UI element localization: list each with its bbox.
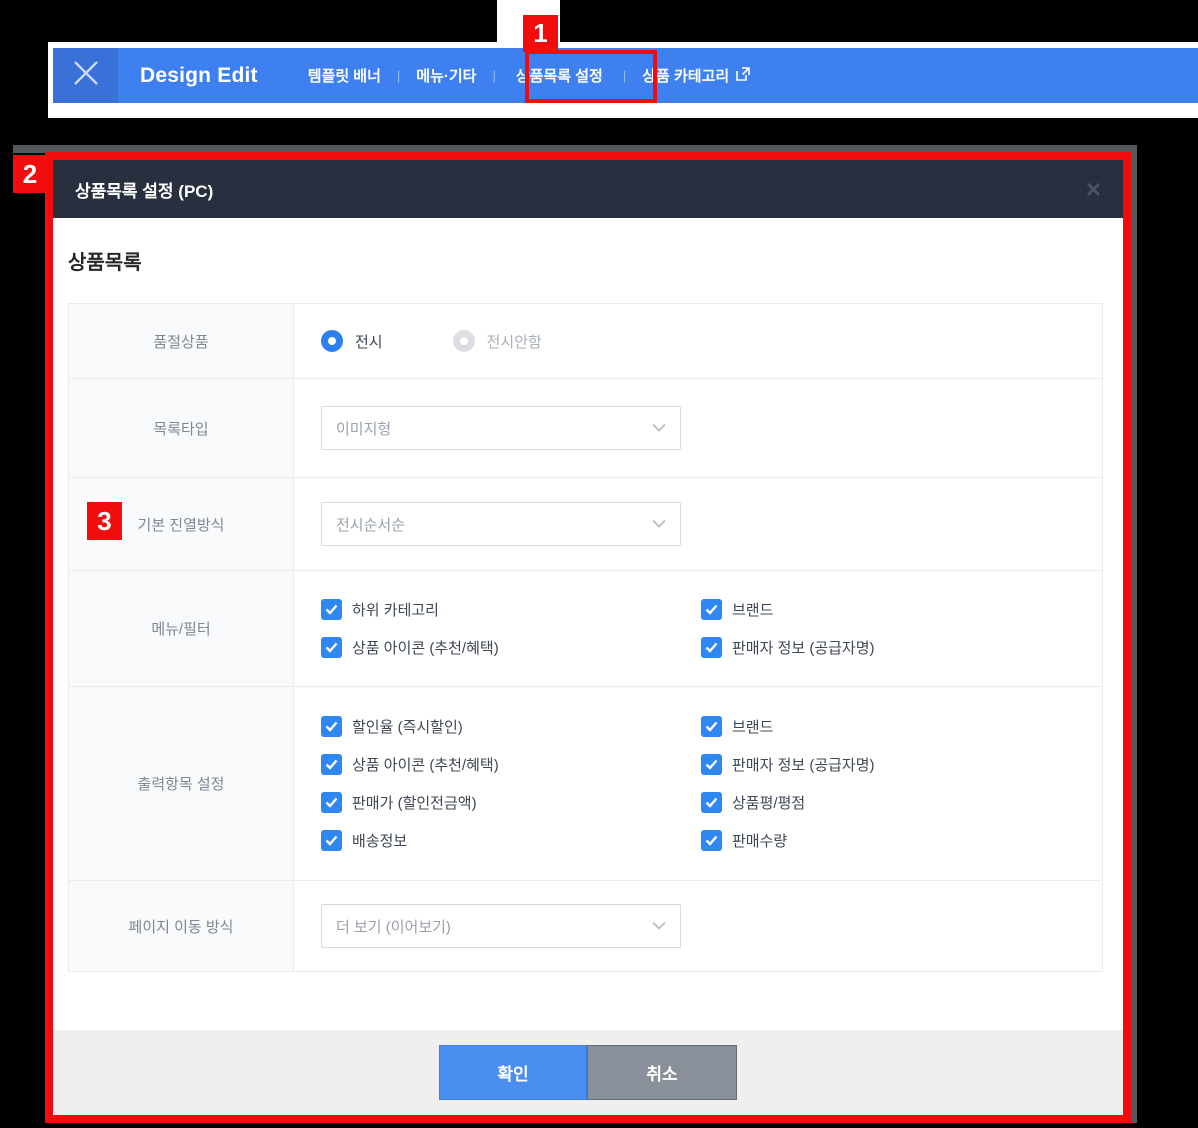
output-items-checkbox-grid: 할인율 (즉시할인) 브랜드 상품 아이콘 (추천/혜택) 판매자 정보 (공급… bbox=[321, 716, 875, 851]
nav-separator: | bbox=[396, 68, 401, 83]
modal-footer: 확인 취소 bbox=[53, 1030, 1123, 1115]
settings-table: 품절상품 전시 전시안함 목록타입 이미지형 기본 진열방식 전시순서순 메뉴/… bbox=[68, 303, 1103, 972]
checkbox-sale-price[interactable]: 판매가 (할인전금액) bbox=[321, 792, 701, 813]
modal-header: 상품목록 설정 (PC) × bbox=[53, 160, 1123, 218]
topbar-close-button[interactable] bbox=[53, 48, 118, 103]
app-title: Design Edit bbox=[140, 63, 258, 87]
menu-filter-checkbox-grid: 하위 카테고리 브랜드 상품 아이콘 (추천/혜택) 판매자 정보 (공급자명) bbox=[321, 599, 875, 658]
annotation-highlight-box-1 bbox=[525, 50, 657, 103]
checkbox-sub-category[interactable]: 하위 카테고리 bbox=[321, 599, 701, 620]
checkbox-checked-icon bbox=[321, 792, 342, 813]
checkbox-checked-icon bbox=[321, 754, 342, 775]
checkbox-product-icon[interactable]: 상품 아이콘 (추천/혜택) bbox=[321, 754, 701, 775]
row-content: 이미지형 bbox=[294, 379, 1102, 477]
row-content: 전시 전시안함 bbox=[294, 304, 1102, 378]
annotation-badge-2: 2 bbox=[13, 155, 47, 193]
checkbox-sales-quantity[interactable]: 판매수량 bbox=[701, 830, 875, 851]
checkbox-checked-icon bbox=[321, 830, 342, 851]
row-label: 품절상품 bbox=[69, 304, 294, 378]
annotation-badge-3: 3 bbox=[87, 502, 122, 540]
row-content: 할인율 (즉시할인) 브랜드 상품 아이콘 (추천/혜택) 판매자 정보 (공급… bbox=[294, 687, 1102, 880]
chevron-down-icon bbox=[652, 419, 666, 437]
close-x-icon bbox=[68, 55, 104, 96]
checkbox-checked-icon bbox=[321, 599, 342, 620]
row-label: 페이지 이동 방식 bbox=[69, 881, 294, 971]
radio-display-selected[interactable] bbox=[321, 330, 343, 352]
chevron-down-icon bbox=[652, 515, 666, 533]
row-page-navigation: 페이지 이동 방식 더 보기 (이어보기) bbox=[69, 881, 1102, 971]
nav-menu-etc[interactable]: 메뉴·기타 bbox=[408, 65, 484, 86]
checkbox-brand[interactable]: 브랜드 bbox=[701, 716, 875, 737]
section-title: 상품목록 bbox=[68, 252, 142, 274]
checkbox-brand[interactable]: 브랜드 bbox=[701, 599, 875, 620]
checkbox-product-icon[interactable]: 상품 아이콘 (추천/혜택) bbox=[321, 637, 701, 658]
checkbox-discount-rate[interactable]: 할인율 (즉시할인) bbox=[321, 716, 701, 737]
screenshot-canvas: Design Edit 템플릿 배너 | 메뉴·기타 | 상품목록 설정 | 상… bbox=[0, 0, 1198, 1128]
cancel-button[interactable]: 취소 bbox=[587, 1045, 737, 1100]
modal-title: 상품목록 설정 (PC) bbox=[75, 181, 214, 201]
row-content: 하위 카테고리 브랜드 상품 아이콘 (추천/혜택) 판매자 정보 (공급자명) bbox=[294, 571, 1102, 686]
row-label: 출력항목 설정 bbox=[69, 687, 294, 880]
select-value: 더 보기 (이어보기) bbox=[336, 918, 451, 936]
select-value: 전시순서순 bbox=[336, 516, 406, 534]
product-list-settings-modal: 상품목록 설정 (PC) × 상품목록 품절상품 전시 전시안함 목록타입 이미… bbox=[45, 152, 1131, 1123]
checkbox-checked-icon bbox=[321, 716, 342, 737]
external-link-icon bbox=[736, 66, 751, 85]
row-label: 목록타입 bbox=[69, 379, 294, 477]
modal-close-icon[interactable]: × bbox=[1086, 176, 1101, 202]
row-soldout-products: 품절상품 전시 전시안함 bbox=[69, 304, 1102, 379]
checkbox-checked-icon bbox=[701, 716, 722, 737]
checkbox-checked-icon bbox=[701, 830, 722, 851]
checkbox-checked-icon bbox=[321, 637, 342, 658]
checkbox-seller-info[interactable]: 판매자 정보 (공급자명) bbox=[701, 754, 875, 775]
radio-no-display[interactable] bbox=[452, 330, 475, 352]
checkbox-shipping-info[interactable]: 배송정보 bbox=[321, 830, 701, 851]
row-content: 전시순서순 bbox=[294, 478, 1102, 570]
default-sort-select[interactable]: 전시순서순 bbox=[321, 502, 681, 546]
checkbox-checked-icon bbox=[701, 599, 722, 620]
row-default-sort: 기본 진열방식 전시순서순 bbox=[69, 478, 1102, 571]
checkbox-seller-info[interactable]: 판매자 정보 (공급자명) bbox=[701, 637, 875, 658]
row-output-items: 출력항목 설정 할인율 (즉시할인) 브랜드 상품 아이콘 (추천/혜택) 판매… bbox=[69, 687, 1102, 881]
row-list-type: 목록타입 이미지형 bbox=[69, 379, 1102, 478]
list-type-select[interactable]: 이미지형 bbox=[321, 406, 681, 450]
select-value: 이미지형 bbox=[336, 420, 392, 438]
confirm-button[interactable]: 확인 bbox=[439, 1045, 587, 1100]
checkbox-checked-icon bbox=[701, 754, 722, 775]
chevron-down-icon bbox=[652, 917, 666, 935]
checkbox-checked-icon bbox=[701, 792, 722, 813]
nav-template-banner[interactable]: 템플릿 배너 bbox=[300, 65, 389, 86]
row-menu-filter: 메뉴/필터 하위 카테고리 브랜드 상품 아이콘 (추천/혜택) 판매자 정보 … bbox=[69, 571, 1102, 687]
radio-label[interactable]: 전시안함 bbox=[487, 331, 542, 352]
radio-group-soldout: 전시 전시안함 bbox=[321, 330, 542, 352]
row-label: 메뉴/필터 bbox=[69, 571, 294, 686]
modal-body: 상품목록 품절상품 전시 전시안함 목록타입 이미지형 기본 진열방식 전시순서… bbox=[53, 218, 1123, 1030]
checkbox-review-rating[interactable]: 상품평/평점 bbox=[701, 792, 875, 813]
annotation-badge-1: 1 bbox=[523, 15, 558, 52]
checkbox-checked-icon bbox=[701, 637, 722, 658]
radio-label[interactable]: 전시 bbox=[355, 331, 383, 352]
nav-separator: | bbox=[492, 68, 496, 83]
row-content: 더 보기 (이어보기) bbox=[294, 881, 1102, 971]
page-navigation-select[interactable]: 더 보기 (이어보기) bbox=[321, 904, 681, 948]
dimmed-page-edge-right bbox=[1131, 145, 1137, 1123]
